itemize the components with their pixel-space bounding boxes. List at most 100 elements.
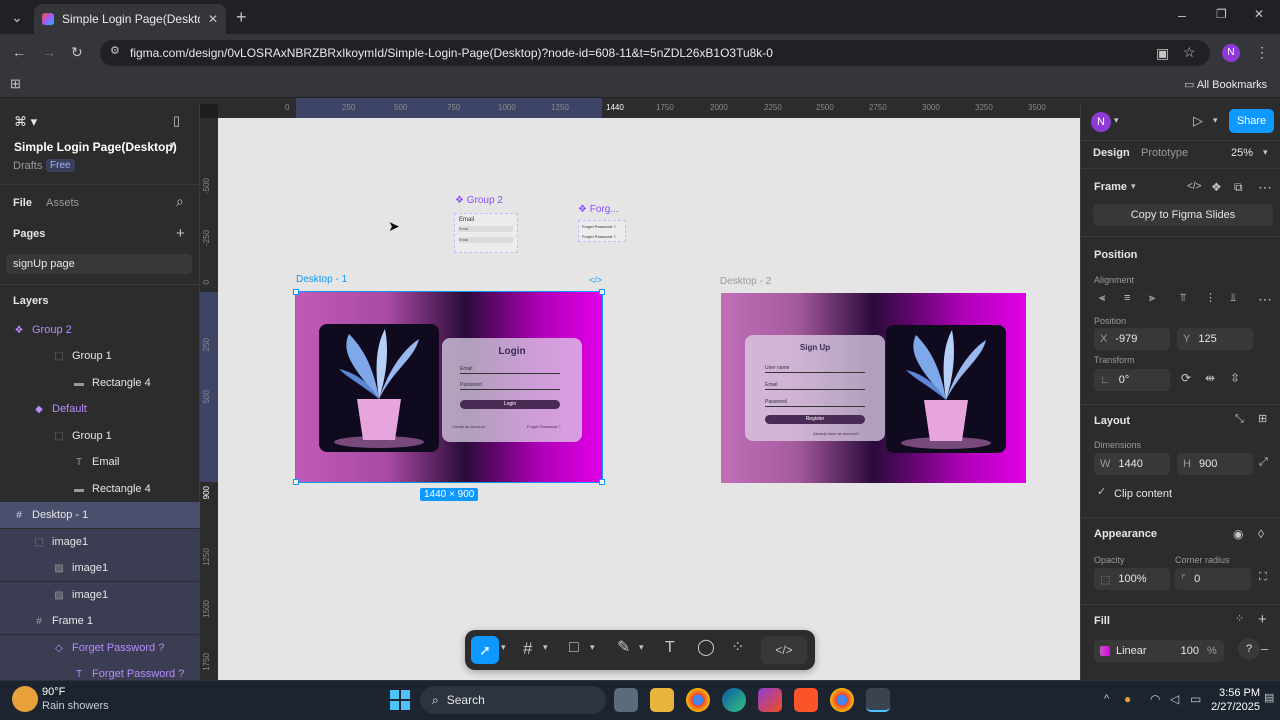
frame-type-chevron-icon[interactable]: ▾ xyxy=(1131,182,1136,191)
tab-search-icon[interactable]: ⌄ xyxy=(10,10,24,24)
design-canvas[interactable]: ❖ Group 2 Email Emai Emai ❖ Forg... Forg… xyxy=(218,118,1080,680)
flip-horizontal-icon[interactable]: ⇹ xyxy=(1205,372,1215,384)
weather-temp[interactable]: 90°F xyxy=(42,686,65,698)
layer-image1[interactable]: ▨ image1 xyxy=(0,582,200,608)
move-tool-icon[interactable]: ➚ xyxy=(471,636,499,664)
install-app-icon[interactable]: ▣ xyxy=(1156,46,1169,60)
chrome-profile-icon[interactable] xyxy=(830,688,854,712)
layer-email[interactable]: T Email xyxy=(0,449,200,475)
detach-icon[interactable]: ⧉ xyxy=(1234,181,1243,193)
layer-image1-group[interactable]: ⬚ image1 xyxy=(0,529,200,555)
pen-tool-icon[interactable]: ✎ xyxy=(617,640,630,656)
new-tab-icon[interactable]: + xyxy=(236,8,247,26)
align-center-h-icon[interactable]: ≡ xyxy=(1124,293,1130,304)
weather-icon[interactable] xyxy=(12,686,38,712)
more-options-icon[interactable]: ⋯ xyxy=(1258,180,1272,194)
more-align-icon[interactable]: ⋯ xyxy=(1258,292,1272,306)
text-tool-icon[interactable]: T xyxy=(665,640,675,656)
tab-design[interactable]: Design xyxy=(1093,144,1130,162)
rotate-icon[interactable]: ⟳ xyxy=(1181,372,1191,384)
file-name[interactable]: Simple Login Page(Desktop) xyxy=(14,140,177,154)
show-hidden-icons-icon[interactable]: ^ xyxy=(1104,694,1109,705)
reload-icon[interactable]: ↻ xyxy=(71,45,83,59)
battery-icon[interactable]: ▭ xyxy=(1190,693,1201,705)
align-middle-icon[interactable]: ⋮ xyxy=(1205,293,1216,304)
browser-tab[interactable]: Simple Login Page(Desktop) – Figma ✕ xyxy=(34,4,226,34)
blend-mode-icon[interactable]: ◊ xyxy=(1258,528,1264,540)
file-menu-chevron-icon[interactable]: ▾ xyxy=(170,141,175,151)
layer-group-1[interactable]: ⬚ Group 1 xyxy=(0,423,200,449)
site-info-icon[interactable]: ⚙ xyxy=(110,46,120,57)
close-window-icon[interactable]: ✕ xyxy=(1254,8,1264,20)
resize-handle[interactable] xyxy=(599,289,605,295)
layout-grid-icon[interactable]: ⊞ xyxy=(1258,414,1267,425)
windows-start-icon[interactable] xyxy=(390,690,410,710)
microphone-icon[interactable]: ● xyxy=(1124,693,1131,705)
task-view-icon[interactable] xyxy=(614,688,638,712)
figma-menu-icon[interactable]: ⌘ ▾ xyxy=(14,114,37,130)
align-top-icon[interactable]: ⫪ xyxy=(1180,293,1186,304)
layer-rectangle-4[interactable]: ▬ Rectangle 4 xyxy=(0,370,200,396)
layer-group-1[interactable]: ⬚ Group 1 xyxy=(0,343,200,369)
rotation-input[interactable]: ∟ 0° xyxy=(1094,369,1170,391)
desktop-1-frame[interactable]: Login Email Password Login Create an Acc… xyxy=(295,291,603,483)
tab-assets[interactable]: Assets xyxy=(46,197,79,209)
add-fill-icon[interactable]: + xyxy=(1258,612,1267,627)
forgot-component-label[interactable]: ❖ Forg... xyxy=(578,204,619,215)
maximize-icon[interactable]: ❐ xyxy=(1216,8,1227,20)
frame-tool-chevron-icon[interactable]: ▾ xyxy=(543,643,548,652)
forgot-component[interactable]: Forget Password ? Forget Password ? xyxy=(578,220,626,242)
layer-forget-password-component[interactable]: ◇ Forget Password ? xyxy=(0,635,200,661)
component-icon[interactable]: ❖ xyxy=(1211,181,1222,193)
width-input[interactable]: W 1440 xyxy=(1094,453,1170,475)
profile-avatar[interactable]: N xyxy=(1222,44,1240,62)
independent-corners-icon[interactable]: ⛶ xyxy=(1259,572,1267,583)
resize-handle[interactable] xyxy=(293,289,299,295)
layer-image1[interactable]: ▨ image1 xyxy=(0,555,200,581)
resize-handle[interactable] xyxy=(293,479,299,485)
chrome-icon[interactable] xyxy=(686,688,710,712)
url-bar[interactable]: ⚙ figma.com/design/0vLOSRAxNBRZBRxIkoymI… xyxy=(100,40,1210,66)
bookmark-star-icon[interactable]: ☆ xyxy=(1183,45,1196,59)
flip-vertical-icon[interactable]: ⇳ xyxy=(1230,372,1240,384)
height-input[interactable]: H 900 xyxy=(1177,453,1253,475)
fill-swatch[interactable] xyxy=(1100,646,1110,656)
comment-tool-icon[interactable]: ◯ xyxy=(697,640,715,656)
fill-styles-icon[interactable]: ⁘ xyxy=(1235,614,1244,625)
visibility-eye-icon[interactable]: ◉ xyxy=(1233,528,1243,540)
frame-tool-icon[interactable]: # xyxy=(523,640,532,657)
taskbar-search[interactable]: ⌕ Search xyxy=(420,686,606,714)
back-icon[interactable]: ← xyxy=(12,45,26,59)
layer-group-2[interactable]: ❖ Group 2 xyxy=(0,317,200,343)
file-explorer-icon[interactable] xyxy=(650,688,674,712)
tab-file[interactable]: File xyxy=(13,194,32,212)
active-app-icon[interactable] xyxy=(866,688,890,712)
edge-icon[interactable] xyxy=(722,688,746,712)
all-bookmarks[interactable]: ▭ All Bookmarks xyxy=(1184,78,1267,91)
actions-tool-icon[interactable]: ⁘ xyxy=(731,640,744,656)
toggle-sidebar-icon[interactable]: ▯ xyxy=(173,114,180,127)
forward-icon[interactable]: → xyxy=(42,45,56,59)
group-2-component[interactable]: Email Emai Emai xyxy=(454,213,518,253)
notification-icon[interactable]: ▤ xyxy=(1264,693,1274,704)
fill-row[interactable]: Linear 100 % xyxy=(1094,640,1224,662)
brave-icon[interactable] xyxy=(794,688,818,712)
weather-desc[interactable]: Rain showers xyxy=(42,700,109,712)
frame-1-label[interactable]: Desktop - 1 xyxy=(296,274,347,285)
apps-grid-icon[interactable]: ⊞ xyxy=(10,77,21,90)
present-icon[interactable]: ▷ xyxy=(1193,114,1203,127)
volume-icon[interactable]: ◁ xyxy=(1170,693,1179,705)
wifi-icon[interactable]: ◠ xyxy=(1150,693,1160,705)
clock-time[interactable]: 3:56 PM xyxy=(1210,687,1260,699)
zoom-chevron-icon[interactable]: ▾ xyxy=(1263,148,1268,157)
copilot-icon[interactable] xyxy=(758,688,782,712)
tab-prototype[interactable]: Prototype xyxy=(1141,147,1188,159)
desktop-2-frame[interactable]: Sign Up User name Email Password Registe… xyxy=(721,293,1026,483)
user-avatar[interactable]: N xyxy=(1091,112,1111,132)
layer-rectangle-4[interactable]: ▬ Rectangle 4 xyxy=(0,476,200,502)
clip-content-checkbox-icon[interactable]: ✓ xyxy=(1097,487,1106,498)
copy-to-slides-button[interactable]: Copy to Figma Slides xyxy=(1093,204,1273,226)
opacity-input[interactable]: ⬚ 100% xyxy=(1094,568,1170,590)
x-position-input[interactable]: X -979 xyxy=(1094,328,1170,350)
align-left-icon[interactable]: ⫷ xyxy=(1099,293,1105,304)
